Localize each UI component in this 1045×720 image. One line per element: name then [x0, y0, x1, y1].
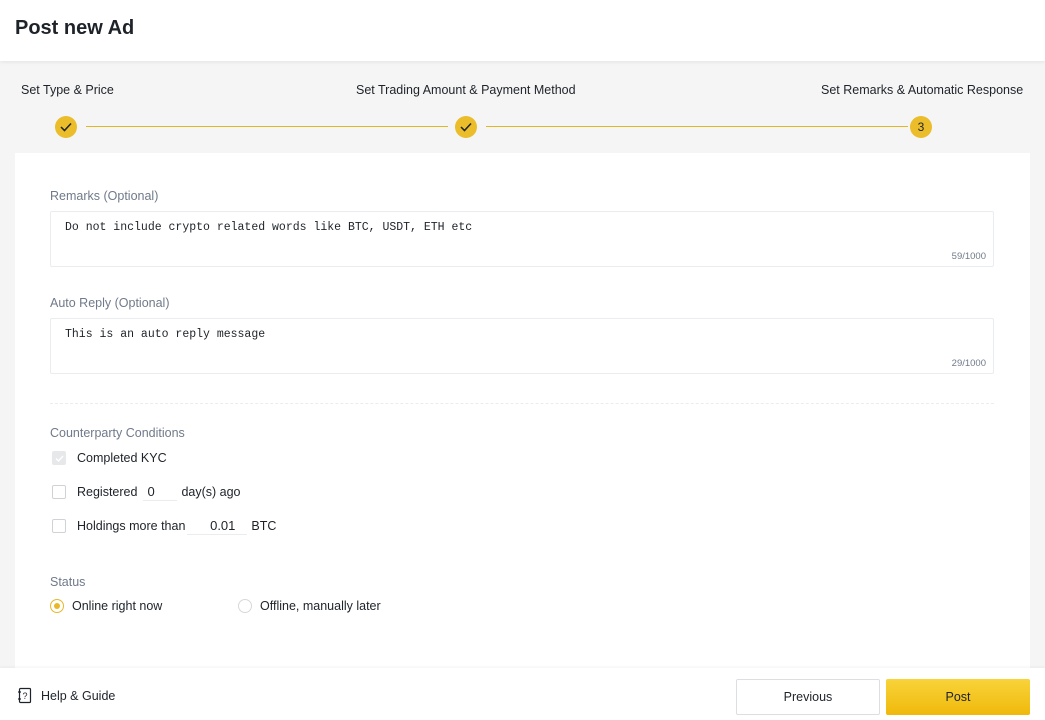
remarks-counter: 59/1000 — [951, 251, 986, 262]
step-1-check-icon — [55, 116, 77, 138]
holdings-amount-input[interactable]: 0.01 — [187, 518, 248, 535]
counterparty-conditions-label: Counterparty Conditions — [50, 426, 185, 440]
registered-condition: Registered 0 day(s) ago — [52, 484, 241, 501]
holdings-label: Holdings more than — [77, 519, 186, 533]
offline-radio[interactable] — [238, 599, 252, 613]
auto-reply-counter: 29/1000 — [951, 358, 986, 369]
step-2-check-icon — [455, 116, 477, 138]
registered-suffix: day(s) ago — [181, 485, 241, 499]
remarks-label: Remarks (Optional) — [50, 189, 159, 203]
help-guide-icon: ? — [18, 687, 32, 704]
kyc-label: Completed KYC — [77, 451, 167, 465]
remarks-text: Do not include crypto related words like… — [65, 221, 473, 234]
section-divider — [50, 403, 994, 404]
step-2-label: Set Trading Amount & Payment Method — [356, 83, 576, 97]
step-connector-2 — [486, 126, 908, 127]
kyc-checkbox[interactable] — [52, 451, 66, 465]
holdings-condition: Holdings more than 0.01 BTC — [52, 518, 277, 535]
page-title: Post new Ad — [15, 17, 135, 39]
status-label: Status — [50, 575, 86, 589]
step-1-label: Set Type & Price — [21, 83, 114, 97]
kyc-condition: Completed KYC — [52, 450, 167, 466]
previous-button[interactable]: Previous — [736, 679, 880, 715]
auto-reply-label: Auto Reply (Optional) — [50, 296, 170, 310]
help-guide-label: Help & Guide — [41, 688, 116, 703]
post-button[interactable]: Post — [886, 679, 1030, 715]
remarks-textarea[interactable]: Do not include crypto related words like… — [50, 211, 994, 267]
step-3-label: Set Remarks & Automatic Response — [821, 83, 1024, 97]
status-option-offline[interactable]: Offline, manually later — [238, 599, 381, 613]
online-radio[interactable] — [50, 599, 64, 613]
step-3-number: 3 — [910, 116, 932, 138]
auto-reply-textarea[interactable]: This is an auto reply message 29/1000 — [50, 318, 994, 374]
holdings-suffix: BTC — [251, 519, 277, 533]
holdings-checkbox[interactable] — [52, 519, 66, 533]
help-guide-link[interactable]: ? Help & Guide — [17, 687, 115, 704]
auto-reply-text: This is an auto reply message — [65, 328, 266, 341]
svg-text:?: ? — [22, 691, 27, 701]
registered-label: Registered — [77, 485, 138, 499]
registered-days-input[interactable]: 0 — [143, 484, 178, 501]
page-header: Post new Ad — [0, 0, 1045, 61]
online-label: Online right now — [72, 599, 163, 613]
step-connector-1 — [86, 126, 448, 127]
status-option-online[interactable]: Online right now — [50, 599, 162, 613]
offline-label: Offline, manually later — [260, 599, 381, 613]
registered-checkbox[interactable] — [52, 485, 66, 499]
